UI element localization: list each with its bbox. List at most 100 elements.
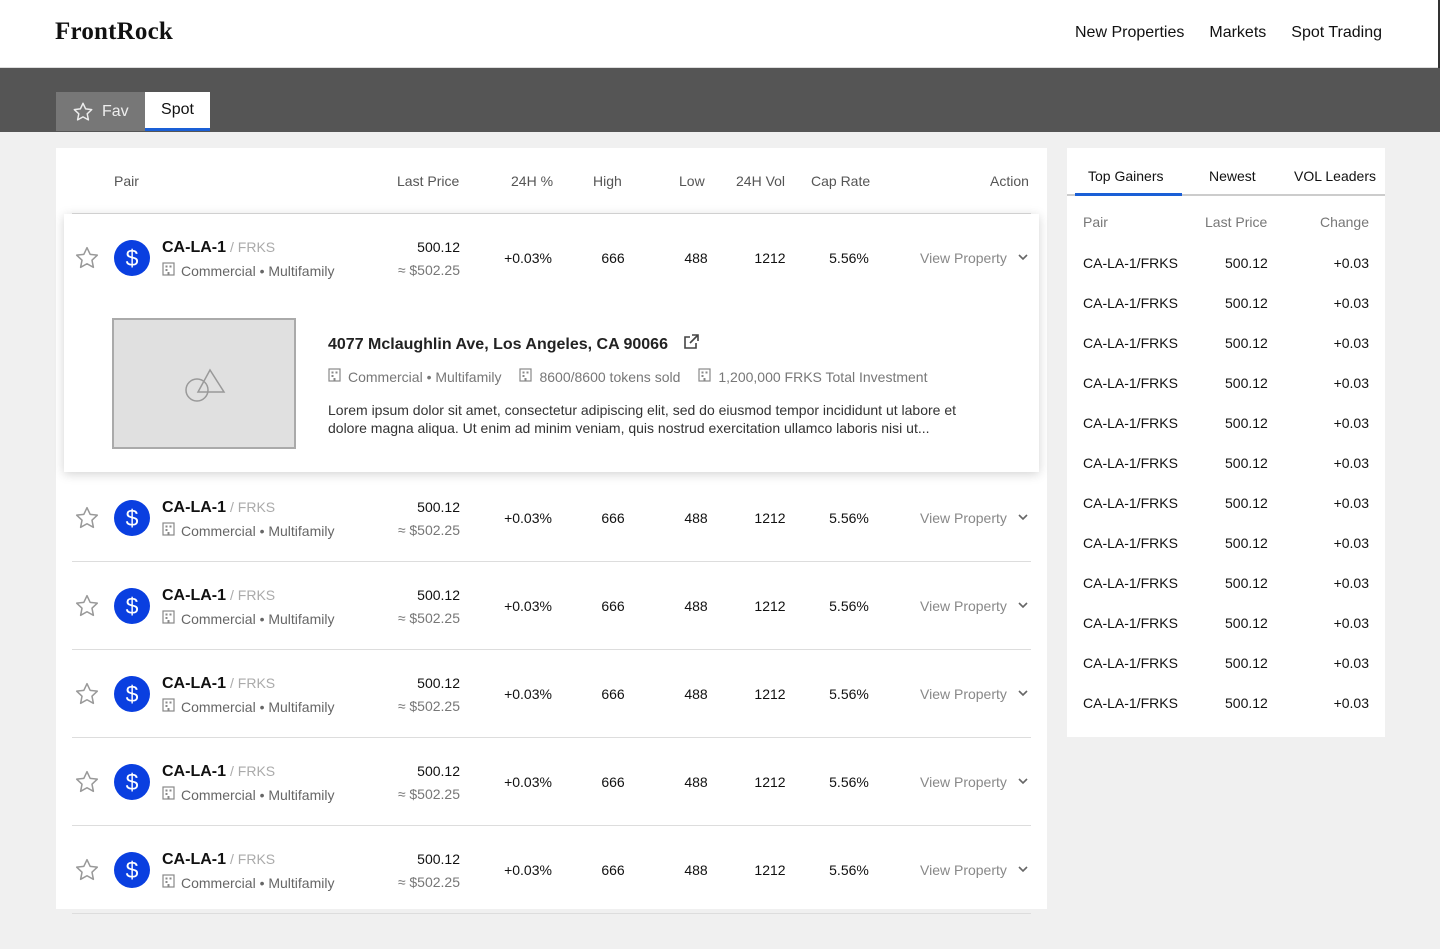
high: 666	[601, 686, 625, 702]
mover-price: 500.12	[1225, 615, 1268, 631]
meta-tokens: 8600/8600 tokens sold	[519, 368, 680, 385]
table-row[interactable]: $ CA-LA-1/ FRKS Commercial • Multifamily 50…	[72, 826, 1031, 914]
last-price: 500.12	[417, 587, 460, 603]
cap-rate: 5.56%	[829, 250, 869, 266]
mover-pair: CA-LA-1/FRKS	[1083, 295, 1178, 311]
property-type: Commercial • Multifamily	[162, 610, 334, 627]
favorite-star-icon[interactable]	[74, 857, 99, 881]
building-icon	[162, 262, 175, 279]
header-pair[interactable]: Pair	[114, 173, 139, 189]
mover-row[interactable]: CA-LA-1/FRKS 500.12 +0.03	[1083, 255, 1369, 295]
view-property-button[interactable]: View Property	[920, 510, 1029, 526]
mover-change: +0.03	[1333, 615, 1369, 631]
pair-base: CA-LA-1	[162, 587, 226, 604]
last-price-usd: ≈ $502.25	[397, 610, 460, 626]
tab-top-gainers[interactable]: Top Gainers	[1088, 168, 1163, 184]
chevron-down-icon	[1017, 250, 1029, 266]
pair-name[interactable]: CA-LA-1/ FRKS	[162, 499, 275, 517]
star-icon	[73, 102, 93, 121]
view-property-button[interactable]: View Property	[920, 598, 1029, 614]
pair-name[interactable]: CA-LA-1/ FRKS	[162, 239, 275, 257]
view-property-button[interactable]: View Property	[920, 862, 1029, 878]
vol-24h: 1212	[754, 862, 786, 878]
mover-price: 500.12	[1225, 455, 1268, 471]
last-price: 500.12	[417, 499, 460, 515]
low: 488	[684, 250, 708, 266]
table-row[interactable]: $ CA-LA-1/ FRKS Commercial • Multifamily 50…	[72, 562, 1031, 650]
header-last-price[interactable]: Last Price	[397, 173, 459, 189]
meta-type: Commercial • Multifamily	[328, 368, 501, 385]
nav-markets[interactable]: Markets	[1209, 24, 1266, 42]
mover-row[interactable]: CA-LA-1/FRKS 500.12 +0.03	[1083, 415, 1369, 455]
mover-row[interactable]: CA-LA-1/FRKS 500.12 +0.03	[1083, 455, 1369, 495]
dollar-coin-icon: $	[114, 852, 150, 888]
chevron-down-icon	[1017, 510, 1029, 526]
table-row[interactable]: $ CA-LA-1/ FRKS Commercial • Multifamily 50…	[72, 738, 1031, 826]
tab-newest[interactable]: Newest	[1209, 168, 1256, 184]
favorite-star-icon[interactable]	[74, 505, 99, 529]
view-property-label: View Property	[920, 862, 1007, 878]
tab-spot[interactable]: Spot	[145, 92, 210, 131]
favorite-star-icon[interactable]	[74, 593, 99, 617]
header-cap-rate[interactable]: Cap Rate	[811, 173, 870, 189]
last-price-usd: ≈ $502.25	[397, 698, 460, 714]
chevron-down-icon	[1017, 598, 1029, 614]
mover-row[interactable]: CA-LA-1/FRKS 500.12 +0.03	[1083, 615, 1369, 655]
view-property-button[interactable]: View Property	[920, 774, 1029, 790]
mover-pair: CA-LA-1/FRKS	[1083, 255, 1178, 271]
favorite-star-icon[interactable]	[74, 769, 99, 793]
table-row-expanded[interactable]: $ CA-LA-1/ FRKS Commercial • Multifamily 50…	[64, 214, 1039, 472]
pair-name[interactable]: CA-LA-1/ FRKS	[162, 587, 275, 605]
table-header: Pair Last Price 24H % High Low 24H Vol C…	[72, 148, 1031, 214]
table-row[interactable]: $ CA-LA-1/ FRKS Commercial • Multifamily 50…	[72, 650, 1031, 738]
property-type-label: Commercial • Multifamily	[181, 522, 335, 539]
change-24h: +0.03%	[504, 686, 552, 702]
view-property-label: View Property	[920, 250, 1007, 266]
favorite-star-icon[interactable]	[74, 245, 99, 269]
pair-name[interactable]: CA-LA-1/ FRKS	[162, 763, 275, 781]
header-24h-change[interactable]: 24H %	[511, 173, 553, 189]
pair-base: CA-LA-1	[162, 763, 226, 780]
tab-vol-leaders[interactable]: VOL Leaders	[1294, 168, 1376, 184]
pair-name[interactable]: CA-LA-1/ FRKS	[162, 851, 275, 869]
pair-quote: / FRKS	[230, 499, 276, 515]
last-price: 500.12	[417, 851, 460, 867]
property-type-label: Commercial • Multifamily	[181, 698, 335, 715]
mover-row[interactable]: CA-LA-1/FRKS 500.12 +0.03	[1083, 655, 1369, 695]
tab-fav-label: Fav	[102, 102, 129, 120]
dollar-coin-icon: $	[114, 588, 150, 624]
header-action: Action	[990, 173, 1029, 189]
favorite-star-icon[interactable]	[74, 681, 99, 705]
side-header-last-price: Last Price	[1205, 214, 1268, 230]
logo[interactable]: FrontRock	[55, 18, 173, 46]
tab-fav[interactable]: Fav	[56, 92, 145, 131]
table-row[interactable]: $ CA-LA-1/ FRKS Commercial • Multifamily 50…	[72, 474, 1031, 562]
mover-row[interactable]: CA-LA-1/FRKS 500.12 +0.03	[1083, 375, 1369, 415]
pair-base: CA-LA-1	[162, 851, 226, 868]
top-navbar: FrontRock New Properties Markets Spot Tr…	[0, 0, 1440, 68]
header-high[interactable]: High	[593, 173, 622, 189]
property-address[interactable]: 4077 Mclaughlin Ave, Los Angeles, CA 900…	[328, 333, 700, 356]
dollar-coin-icon: $	[114, 240, 150, 276]
cap-rate: 5.56%	[829, 862, 869, 878]
mover-row[interactable]: CA-LA-1/FRKS 500.12 +0.03	[1083, 335, 1369, 375]
mover-row[interactable]: CA-LA-1/FRKS 500.12 +0.03	[1083, 695, 1369, 735]
nav-spot-trading[interactable]: Spot Trading	[1291, 24, 1382, 42]
mover-row[interactable]: CA-LA-1/FRKS 500.12 +0.03	[1083, 295, 1369, 335]
view-property-button[interactable]: View Property	[920, 250, 1029, 266]
header-low[interactable]: Low	[679, 173, 705, 189]
last-price: 500.12	[417, 675, 460, 691]
header-24h-vol[interactable]: 24H Vol	[736, 173, 785, 189]
mover-row[interactable]: CA-LA-1/FRKS 500.12 +0.03	[1083, 535, 1369, 575]
mover-change: +0.03	[1333, 255, 1369, 271]
external-link-icon[interactable]	[682, 333, 700, 356]
mover-row[interactable]: CA-LA-1/FRKS 500.12 +0.03	[1083, 575, 1369, 615]
mover-row[interactable]: CA-LA-1/FRKS 500.12 +0.03	[1083, 495, 1369, 535]
property-type-label: Commercial • Multifamily	[181, 874, 335, 891]
mover-change: +0.03	[1333, 455, 1369, 471]
nav-new-properties[interactable]: New Properties	[1075, 24, 1184, 42]
pair-name[interactable]: CA-LA-1/ FRKS	[162, 675, 275, 693]
building-icon	[328, 368, 341, 385]
change-24h: +0.03%	[504, 510, 552, 526]
view-property-button[interactable]: View Property	[920, 686, 1029, 702]
